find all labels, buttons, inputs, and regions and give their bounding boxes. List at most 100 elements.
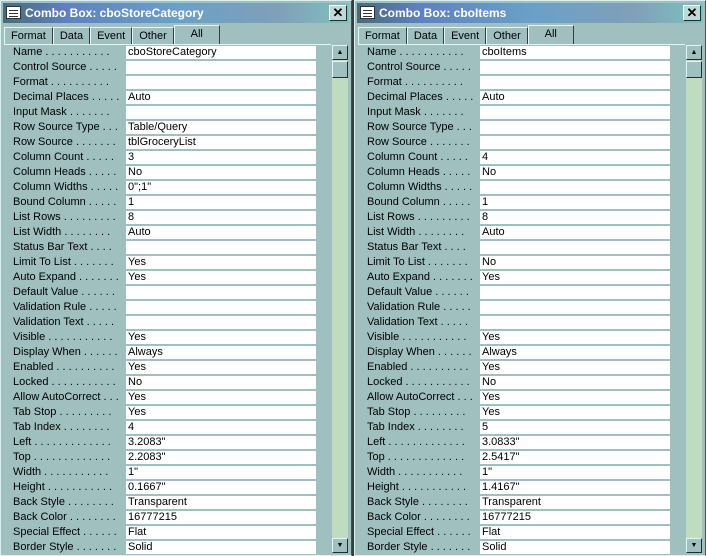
property-value-field[interactable]: 4 bbox=[126, 421, 316, 434]
property-value-field[interactable]: 8 bbox=[480, 211, 670, 224]
property-value-field[interactable]: Auto bbox=[126, 91, 316, 104]
property-value-field[interactable] bbox=[480, 76, 670, 89]
property-label: Format . . . . . . . . . . bbox=[367, 76, 463, 88]
property-value-field[interactable]: No bbox=[480, 166, 670, 179]
property-value-field[interactable]: Flat bbox=[480, 526, 670, 539]
tab-other[interactable]: Other bbox=[486, 27, 528, 45]
property-value-field[interactable]: Auto bbox=[480, 91, 670, 104]
property-value-field[interactable]: Yes bbox=[480, 406, 670, 419]
property-value-field[interactable]: Yes bbox=[126, 331, 316, 344]
property-value-field[interactable]: 1" bbox=[126, 466, 316, 479]
property-value-field[interactable]: 4 bbox=[480, 151, 670, 164]
property-value-field[interactable] bbox=[480, 106, 670, 119]
property-label: Top . . . . . . . . . . . . . bbox=[367, 451, 465, 463]
property-value-field[interactable]: No bbox=[480, 376, 670, 389]
vertical-scrollbar[interactable]: ▲ ▼ bbox=[686, 45, 702, 553]
scroll-up-arrow-icon[interactable]: ▲ bbox=[686, 45, 702, 60]
property-value-field[interactable]: cboItems bbox=[480, 46, 670, 59]
tab-all[interactable]: All bbox=[173, 25, 220, 45]
property-value-field[interactable] bbox=[480, 241, 670, 254]
property-value-field[interactable]: Yes bbox=[126, 406, 316, 419]
tab-data[interactable]: Data bbox=[406, 27, 445, 45]
property-value-field[interactable]: Flat bbox=[126, 526, 316, 539]
scroll-thumb[interactable] bbox=[332, 61, 348, 78]
tab-other[interactable]: Other bbox=[132, 27, 174, 45]
property-value-field[interactable] bbox=[126, 61, 316, 74]
property-value-field[interactable]: Yes bbox=[480, 331, 670, 344]
property-value-field[interactable]: Solid bbox=[126, 541, 316, 554]
property-value-field[interactable]: 2.5417" bbox=[480, 451, 670, 464]
property-label: Column Count . . . . . bbox=[367, 151, 468, 163]
property-value-field[interactable]: 0.1667" bbox=[126, 481, 316, 494]
title-bar[interactable]: Combo Box: cboItems ✕ bbox=[357, 3, 703, 23]
property-value-field[interactable] bbox=[126, 301, 316, 314]
property-value-field[interactable]: 5 bbox=[480, 421, 670, 434]
property-value-field[interactable] bbox=[480, 136, 670, 149]
property-value-field[interactable]: Transparent bbox=[126, 496, 316, 509]
property-row: Default Value . . . . . . bbox=[4, 285, 331, 300]
property-value-field[interactable]: 1" bbox=[480, 466, 670, 479]
property-value-field[interactable]: Yes bbox=[480, 361, 670, 374]
scroll-down-arrow-icon[interactable]: ▼ bbox=[332, 538, 348, 553]
scroll-thumb[interactable] bbox=[686, 61, 702, 78]
property-value-field[interactable]: Always bbox=[480, 346, 670, 359]
property-value-field[interactable] bbox=[126, 316, 316, 329]
property-label: Column Heads . . . . . bbox=[367, 166, 471, 178]
property-value-field[interactable]: No bbox=[126, 376, 316, 389]
property-value-field[interactable]: Auto bbox=[480, 226, 670, 239]
property-value-field[interactable]: Yes bbox=[480, 391, 670, 404]
property-value-field[interactable]: Yes bbox=[126, 256, 316, 269]
property-value-field[interactable]: 3.2083" bbox=[126, 436, 316, 449]
tab-event[interactable]: Event bbox=[444, 27, 487, 45]
property-value-field[interactable]: 2.2083" bbox=[126, 451, 316, 464]
property-value-field[interactable]: 1 bbox=[126, 196, 316, 209]
property-value-field[interactable] bbox=[480, 181, 670, 194]
property-value-field[interactable]: 1.4167" bbox=[480, 481, 670, 494]
property-value-field[interactable] bbox=[480, 121, 670, 134]
tab-format[interactable]: Format bbox=[358, 27, 407, 45]
property-value-field[interactable] bbox=[480, 286, 670, 299]
close-button[interactable]: ✕ bbox=[329, 5, 347, 21]
property-value-field[interactable]: Yes bbox=[480, 271, 670, 284]
title-bar[interactable]: Combo Box: cboStoreCategory ✕ bbox=[3, 3, 349, 23]
property-value-field[interactable] bbox=[480, 61, 670, 74]
property-value-field[interactable] bbox=[126, 241, 316, 254]
property-value-field[interactable]: Auto bbox=[126, 226, 316, 239]
property-label: Limit To List . . . . . . . bbox=[367, 256, 468, 268]
property-value-field[interactable]: 1 bbox=[480, 196, 670, 209]
property-value-field[interactable]: tblGroceryList bbox=[126, 136, 316, 149]
property-value-field[interactable]: 16777215 bbox=[480, 511, 670, 524]
property-value-field[interactable]: cboStoreCategory bbox=[126, 46, 316, 59]
tab-all[interactable]: All bbox=[527, 25, 574, 45]
property-row: Validation Text . . . . . bbox=[358, 315, 685, 330]
close-button[interactable]: ✕ bbox=[683, 5, 701, 21]
property-value-field[interactable]: 3 bbox=[126, 151, 316, 164]
property-value-field[interactable]: Solid bbox=[480, 541, 670, 554]
vertical-scrollbar[interactable]: ▲ ▼ bbox=[332, 45, 348, 553]
property-value-field[interactable]: 0";1" bbox=[126, 181, 316, 194]
property-value-field[interactable]: 3.0833" bbox=[480, 436, 670, 449]
property-value-field[interactable]: No bbox=[126, 166, 316, 179]
property-value-field[interactable]: No bbox=[480, 256, 670, 269]
tab-event[interactable]: Event bbox=[90, 27, 133, 45]
property-value-field[interactable]: 8 bbox=[126, 211, 316, 224]
property-value-field[interactable] bbox=[480, 301, 670, 314]
property-value-field[interactable]: Transparent bbox=[480, 496, 670, 509]
property-value-field[interactable]: Yes bbox=[126, 271, 316, 284]
property-row: Visible . . . . . . . . . . . Yes bbox=[4, 330, 331, 345]
property-value-field[interactable] bbox=[126, 76, 316, 89]
property-value-field[interactable]: Table/Query bbox=[126, 121, 316, 134]
property-value-field[interactable] bbox=[126, 286, 316, 299]
property-value-field[interactable]: Yes bbox=[126, 391, 316, 404]
property-label: Top . . . . . . . . . . . . . bbox=[13, 451, 111, 463]
property-value-field[interactable] bbox=[480, 316, 670, 329]
scroll-up-arrow-icon[interactable]: ▲ bbox=[332, 45, 348, 60]
property-value-field[interactable]: Yes bbox=[126, 361, 316, 374]
tab-data[interactable]: Data bbox=[52, 27, 91, 45]
property-value-field[interactable] bbox=[126, 106, 316, 119]
property-label: Row Source . . . . . . . bbox=[367, 136, 470, 148]
property-value-field[interactable]: 16777215 bbox=[126, 511, 316, 524]
scroll-down-arrow-icon[interactable]: ▼ bbox=[686, 538, 702, 553]
tab-format[interactable]: Format bbox=[4, 27, 53, 45]
property-value-field[interactable]: Always bbox=[126, 346, 316, 359]
